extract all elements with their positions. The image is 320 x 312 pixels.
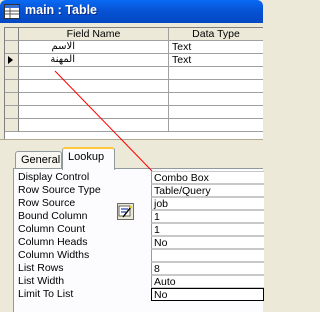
table-row[interactable] (5, 93, 263, 106)
property-label: Column Widths (18, 249, 90, 261)
property-row-display-control[interactable]: Display Control Combo Box (18, 171, 264, 184)
field-name-cell[interactable] (19, 80, 169, 93)
property-label: Display Control (18, 171, 90, 183)
grid-corner[interactable] (5, 28, 19, 41)
field-name-cell[interactable] (19, 119, 169, 132)
data-type-cell[interactable]: Text (169, 41, 263, 54)
property-row-bound-column[interactable]: Bound Column 1 (18, 210, 264, 223)
field-name-cell[interactable] (19, 93, 169, 106)
grid-header-row: Field Name Data Type (5, 28, 263, 41)
property-row-column-widths[interactable]: Column Widths (18, 249, 264, 262)
field-properties-pane: General Lookup Display Control Combo Box… (0, 139, 264, 312)
field-name-cell[interactable]: المهنة (19, 54, 169, 67)
field-name-cell[interactable] (19, 106, 169, 119)
property-value[interactable] (151, 249, 264, 262)
table-row[interactable]: الاسم Text (5, 41, 263, 54)
property-row-column-heads[interactable]: Column Heads No (18, 236, 264, 249)
row-selector[interactable] (5, 119, 19, 132)
property-value[interactable]: 8 (151, 262, 264, 275)
table-row[interactable] (5, 67, 263, 80)
column-header-field-name[interactable]: Field Name (19, 28, 169, 41)
table-row[interactable]: المهنة Text (5, 54, 263, 67)
tab-general[interactable]: General (15, 151, 62, 169)
builder-button[interactable] (117, 203, 134, 220)
data-type-cell[interactable] (169, 106, 263, 119)
data-type-cell[interactable]: Text (169, 54, 263, 67)
row-selector[interactable] (5, 67, 19, 80)
row-selector[interactable] (5, 80, 19, 93)
data-type-cell[interactable] (169, 119, 263, 132)
property-value[interactable]: Auto (151, 275, 264, 288)
data-type-cell[interactable] (169, 93, 263, 106)
window-title: main : Table (25, 3, 98, 17)
table-row[interactable] (5, 119, 263, 132)
table-row[interactable] (5, 106, 263, 119)
property-row-list-width[interactable]: List Width Auto (18, 275, 264, 288)
data-type-cell[interactable] (169, 80, 263, 93)
builder-wand-icon (118, 205, 133, 218)
property-value[interactable]: job (151, 197, 264, 210)
property-row-list-rows[interactable]: List Rows 8 (18, 262, 264, 275)
field-grid[interactable]: Field Name Data Type الاسم Text المهنة T… (4, 27, 263, 139)
property-row-limit-to-list[interactable]: Limit To List No (18, 288, 264, 301)
property-value[interactable]: 1 (151, 210, 264, 223)
property-label: List Width (18, 275, 65, 287)
property-label: Row Source Type (18, 184, 101, 196)
property-row-row-source[interactable]: Row Source job (18, 197, 264, 210)
property-label: Column Heads (18, 236, 88, 248)
table-icon (4, 4, 20, 19)
tab-lookup[interactable]: Lookup (62, 147, 115, 170)
row-selector[interactable] (5, 54, 19, 67)
column-header-data-type[interactable]: Data Type (169, 28, 263, 41)
field-name-cell[interactable] (19, 67, 169, 80)
row-pointer-icon (8, 56, 13, 64)
field-name-cell[interactable]: الاسم (19, 41, 169, 54)
property-label: List Rows (18, 262, 64, 274)
data-type-cell[interactable] (169, 67, 263, 80)
row-selector[interactable] (5, 93, 19, 106)
row-selector[interactable] (5, 106, 19, 119)
property-value[interactable]: No (151, 236, 264, 249)
property-value[interactable]: No (151, 288, 264, 301)
property-value[interactable]: Combo Box (151, 171, 264, 184)
window-titlebar[interactable]: main : Table (0, 0, 263, 23)
property-row-row-source-type[interactable]: Row Source Type Table/Query (18, 184, 264, 197)
property-label: Column Count (18, 223, 86, 235)
property-row-column-count[interactable]: Column Count 1 (18, 223, 264, 236)
property-value[interactable]: 1 (151, 223, 264, 236)
row-selector[interactable] (5, 41, 19, 54)
property-label: Limit To List (18, 288, 74, 300)
lookup-tab-panel: Display Control Combo Box Row Source Typ… (13, 168, 264, 312)
property-value[interactable]: Table/Query (151, 184, 264, 197)
table-row[interactable] (5, 80, 263, 93)
